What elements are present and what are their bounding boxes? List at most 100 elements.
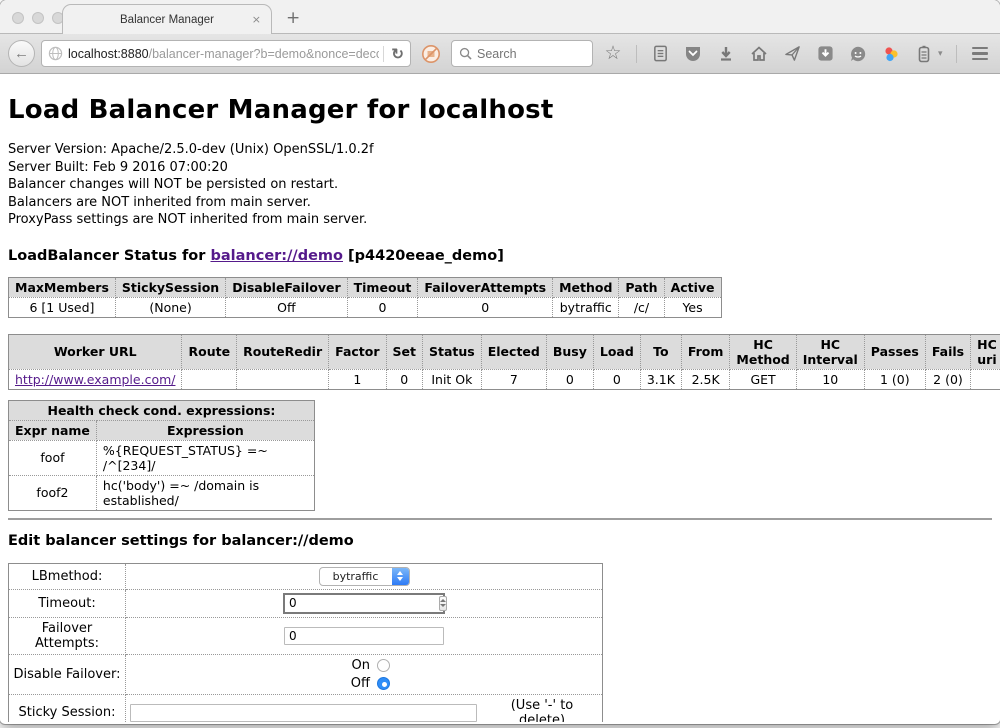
navigation-toolbar: ← localhost:8880/balancer-manager?b=demo… (0, 34, 1000, 74)
health-check-table: Health check cond. expressions: Expr nam… (8, 400, 315, 511)
on-radio[interactable] (377, 659, 390, 672)
column-header: Path (619, 277, 664, 297)
url-bar[interactable]: localhost:8880/balancer-manager?b=demo&n… (41, 40, 411, 67)
search-input[interactable] (477, 47, 585, 61)
color-dots-icon[interactable] (881, 44, 901, 64)
bookmark-star-icon[interactable]: ☆ (603, 44, 623, 64)
table-cell: 0 (546, 369, 593, 389)
column-header: Expression (96, 420, 314, 440)
sticky-value-cell: (Use '-' to delete) (126, 694, 603, 722)
tab-balancer-manager[interactable]: Balancer Manager × (62, 4, 272, 34)
off-label: Off (351, 676, 370, 691)
dropdown-caret-icon[interactable]: ▾ (938, 48, 943, 59)
form-row-timeout: Timeout: (9, 589, 603, 617)
lbmethod-selected-option: bytraffic (320, 570, 392, 583)
table-cell: 0 (347, 297, 418, 317)
balancer-status-table: MaxMembers StickySession DisableFailover… (8, 277, 722, 318)
timeout-field-wrap (283, 593, 445, 614)
chat-smiley-icon[interactable] (848, 44, 868, 64)
url-host: localhost:8880 (68, 47, 149, 61)
disable-failover-value-cell: On Off (126, 654, 603, 694)
table-cell: 6 [1 Used] (9, 297, 116, 317)
status-heading-suffix: [p4420eeae_demo] (343, 248, 504, 264)
toolbar-divider-2 (956, 45, 957, 63)
section-divider (8, 518, 992, 520)
worker-table: Worker URL Route RouteRedir Factor Set S… (8, 334, 1000, 390)
lbmethod-select[interactable]: bytraffic (319, 567, 410, 586)
column-header: StickySession (115, 277, 225, 297)
column-header: HC Method (730, 334, 796, 369)
reload-button[interactable]: ↻ (391, 45, 404, 63)
column-header: Timeout (347, 277, 418, 297)
column-header: Factor (329, 334, 386, 369)
table-cell: 10 (796, 369, 864, 389)
spinner-icon[interactable] (439, 596, 447, 611)
expression-cell: %{REQUEST_STATUS} =~ /^[234]/ (96, 440, 314, 475)
form-row-failover-attempts: Failover Attempts: (9, 617, 603, 654)
table-cell: 0 (386, 369, 422, 389)
close-window-button[interactable] (12, 12, 24, 24)
bookmarks-list-icon[interactable] (650, 44, 670, 64)
radio-on-row: On (338, 658, 390, 673)
server-info: Server Version: Apache/2.5.0-dev (Unix) … (8, 141, 992, 229)
image-block-icon[interactable] (421, 44, 441, 64)
url-path: /balancer-manager?b=demo&nonce=decc37be-… (149, 47, 380, 61)
form-row-disable-failover: Disable Failover: On Off (9, 654, 603, 694)
timeout-label: Timeout: (9, 589, 126, 617)
column-header: HC Interval (796, 334, 864, 369)
back-button[interactable]: ← (8, 40, 35, 67)
sticky-delete-note: (Use '-' to delete) (486, 698, 598, 723)
table-cell: 2.5K (681, 369, 730, 389)
table-cell: Off (226, 297, 347, 317)
new-tab-button[interactable]: + (286, 10, 300, 27)
sticky-session-input[interactable] (130, 704, 477, 722)
image-block-glyph (421, 44, 441, 64)
status-heading-prefix: LoadBalancer Status for (8, 248, 210, 264)
balancer-link[interactable]: balancer://demo (210, 248, 343, 264)
table-cell (971, 369, 1000, 389)
tab-close-icon[interactable]: × (252, 13, 261, 26)
table-cell (182, 369, 237, 389)
lbmethod-value-cell: bytraffic (126, 563, 603, 589)
off-radio[interactable] (377, 677, 390, 690)
urlbar-divider (383, 46, 384, 62)
column-header: MaxMembers (9, 277, 116, 297)
back-arrow-icon: ← (14, 45, 29, 62)
paper-plane-icon[interactable] (782, 44, 802, 64)
pocket-icon[interactable] (683, 44, 703, 64)
failover-attempts-input[interactable] (284, 627, 444, 645)
table-row: 6 [1 Used] (None) Off 0 0 bytraffic /c/ … (9, 297, 722, 317)
table-row: foof %{REQUEST_STATUS} =~ /^[234]/ (9, 440, 315, 475)
table-cell: 2 (0) (925, 369, 970, 389)
column-header: Status (423, 334, 482, 369)
page-title: Load Balancer Manager for localhost (8, 74, 992, 125)
window-controls (12, 12, 64, 24)
on-label: On (352, 658, 370, 673)
sticky-session-label: Sticky Session: (9, 694, 126, 722)
timeout-input[interactable] (289, 596, 439, 610)
column-header: RouteRedir (237, 334, 329, 369)
table-cell: /c/ (619, 297, 664, 317)
worker-url-link[interactable]: http://www.example.com/ (15, 372, 175, 387)
table-cell: Init Ok (423, 369, 482, 389)
minimize-window-button[interactable] (32, 12, 44, 24)
table-cell: Yes (664, 297, 721, 317)
form-row-sticky-session: Sticky Session: (Use '-' to delete) (9, 694, 603, 722)
table-cell: 7 (481, 369, 546, 389)
server-built: Server Built: Feb 9 2016 07:00:20 (8, 159, 992, 177)
menu-icon[interactable] (970, 44, 990, 64)
search-bar[interactable] (451, 40, 593, 67)
edit-settings-heading: Edit balancer settings for balancer://de… (8, 533, 992, 549)
failover-value-cell (126, 617, 603, 654)
column-header: Method (553, 277, 619, 297)
column-header: Expr name (9, 420, 97, 440)
battery-icon[interactable] (914, 44, 934, 64)
column-header: DisableFailover (226, 277, 347, 297)
arrow-down-box-icon[interactable] (815, 44, 835, 64)
home-icon[interactable] (749, 44, 769, 64)
health-table-title: Health check cond. expressions: (9, 400, 315, 420)
downloads-icon[interactable] (716, 44, 736, 64)
column-header: Active (664, 277, 721, 297)
table-cell: 1 (329, 369, 386, 389)
column-header: FailoverAttempts (418, 277, 553, 297)
